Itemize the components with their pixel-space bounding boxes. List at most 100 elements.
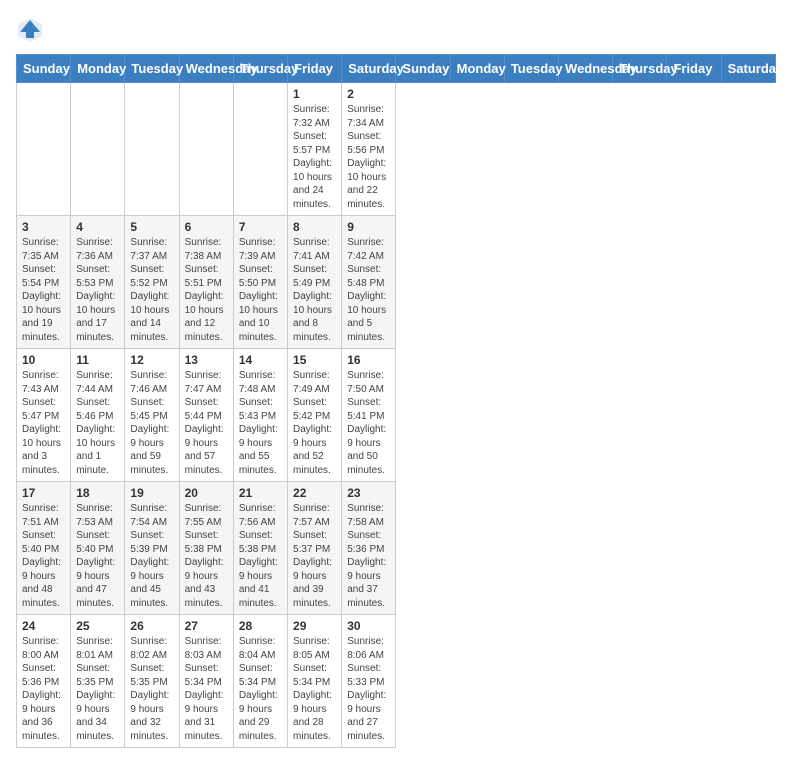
calendar-day-cell [233,83,287,216]
day-info: Sunrise: 7:55 AM Sunset: 5:38 PM Dayligh… [185,502,228,610]
day-number: 6 [185,220,228,234]
day-info: Sunrise: 7:43 AM Sunset: 5:47 PM Dayligh… [22,369,65,477]
day-number: 24 [22,619,65,633]
day-info: Sunrise: 7:47 AM Sunset: 5:44 PM Dayligh… [185,369,228,477]
day-info: Sunrise: 8:03 AM Sunset: 5:34 PM Dayligh… [185,635,228,743]
day-info: Sunrise: 8:04 AM Sunset: 5:34 PM Dayligh… [239,635,282,743]
day-number: 21 [239,486,282,500]
calendar-day-cell: 13Sunrise: 7:47 AM Sunset: 5:44 PM Dayli… [179,349,233,482]
day-number: 22 [293,486,336,500]
calendar-week-row: 3 Sunrise: 7:35 AM Sunset: 5:54 PM Daylig… [17,216,776,349]
day-number: 17 [22,486,65,500]
day-number: 14 [239,353,282,367]
calendar-day-cell: 26Sunrise: 8:02 AM Sunset: 5:35 PM Dayli… [125,615,179,748]
day-number: 25 [76,619,119,633]
day-info: Sunrise: 7:51 AM Sunset: 5:40 PM Dayligh… [22,502,65,610]
calendar-day-cell: 10Sunrise: 7:43 AM Sunset: 5:47 PM Dayli… [17,349,71,482]
day-of-week-header: Saturday [721,55,775,83]
calendar-day-cell: 7 Sunrise: 7:39 AM Sunset: 5:50 PM Daylig… [233,216,287,349]
day-number: 28 [239,619,282,633]
day-info: Sunrise: 7:46 AM Sunset: 5:45 PM Dayligh… [130,369,173,477]
day-of-week-header: Wednesday [559,55,613,83]
day-info: Sunrise: 8:06 AM Sunset: 5:33 PM Dayligh… [347,635,390,743]
day-number: 3 [22,220,65,234]
calendar-day-cell: 12 Sunrise: 7:46 AM Sunset: 5:45 PM Dayli… [125,349,179,482]
day-info: Sunrise: 7:35 AM Sunset: 5:54 PM Dayligh… [22,236,65,344]
calendar-table: SundayMondayTuesdayWednesdayThursdayFrid… [16,54,776,748]
day-number: 11 [76,353,119,367]
day-number: 4 [76,220,119,234]
calendar-day-cell: 14Sunrise: 7:48 AM Sunset: 5:43 PM Dayli… [233,349,287,482]
day-number: 27 [185,619,228,633]
day-info: Sunrise: 7:36 AM Sunset: 5:53 PM Dayligh… [76,236,119,344]
calendar-week-row: 24 Sunrise: 8:00 AM Sunset: 5:36 PM Dayli… [17,615,776,748]
day-number: 2 [347,87,390,101]
calendar-day-cell: 30Sunrise: 8:06 AM Sunset: 5:33 PM Dayli… [342,615,396,748]
calendar-day-cell: 29 Sunrise: 8:05 AM Sunset: 5:34 PM Dayli… [288,615,342,748]
day-number: 18 [76,486,119,500]
calendar-day-cell: 5 Sunrise: 7:37 AM Sunset: 5:52 PM Daylig… [125,216,179,349]
day-info: Sunrise: 7:41 AM Sunset: 5:49 PM Dayligh… [293,236,336,344]
calendar-day-cell: 21Sunrise: 7:56 AM Sunset: 5:38 PM Dayli… [233,482,287,615]
calendar-week-row: 17 Sunrise: 7:51 AM Sunset: 5:40 PM Dayli… [17,482,776,615]
calendar-day-cell: 6Sunrise: 7:38 AM Sunset: 5:51 PM Daylig… [179,216,233,349]
day-info: Sunrise: 8:05 AM Sunset: 5:34 PM Dayligh… [293,635,336,743]
day-info: Sunrise: 7:42 AM Sunset: 5:48 PM Dayligh… [347,236,390,344]
day-info: Sunrise: 7:58 AM Sunset: 5:36 PM Dayligh… [347,502,390,610]
calendar-week-row: 10Sunrise: 7:43 AM Sunset: 5:47 PM Dayli… [17,349,776,482]
day-of-week-header: Saturday [342,55,396,83]
day-info: Sunrise: 7:57 AM Sunset: 5:37 PM Dayligh… [293,502,336,610]
day-info: Sunrise: 7:37 AM Sunset: 5:52 PM Dayligh… [130,236,173,344]
calendar-day-cell [125,83,179,216]
day-of-week-header: Wednesday [179,55,233,83]
day-number: 16 [347,353,390,367]
calendar-day-cell: 15 Sunrise: 7:49 AM Sunset: 5:42 PM Dayli… [288,349,342,482]
day-number: 8 [293,220,336,234]
calendar-day-cell [71,83,125,216]
calendar-day-cell: 20 Sunrise: 7:55 AM Sunset: 5:38 PM Dayli… [179,482,233,615]
page-header [16,16,776,44]
day-number: 9 [347,220,390,234]
day-of-week-header: Tuesday [125,55,179,83]
day-of-week-header: Sunday [396,55,450,83]
calendar-week-row: 1 Sunrise: 7:32 AM Sunset: 5:57 PM Daylig… [17,83,776,216]
day-number: 5 [130,220,173,234]
day-info: Sunrise: 7:49 AM Sunset: 5:42 PM Dayligh… [293,369,336,477]
day-of-week-header: Tuesday [504,55,558,83]
calendar-day-cell: 19 Sunrise: 7:54 AM Sunset: 5:39 PM Dayli… [125,482,179,615]
calendar-day-cell: 4 Sunrise: 7:36 AM Sunset: 5:53 PM Daylig… [71,216,125,349]
calendar-day-cell: 17 Sunrise: 7:51 AM Sunset: 5:40 PM Dayli… [17,482,71,615]
calendar-day-cell: 23 Sunrise: 7:58 AM Sunset: 5:36 PM Dayli… [342,482,396,615]
calendar-header-row: SundayMondayTuesdayWednesdayThursdayFrid… [17,55,776,83]
day-of-week-header: Sunday [17,55,71,83]
day-number: 1 [293,87,336,101]
logo [16,16,48,44]
day-info: Sunrise: 8:00 AM Sunset: 5:36 PM Dayligh… [22,635,65,743]
calendar-day-cell: 27 Sunrise: 8:03 AM Sunset: 5:34 PM Dayli… [179,615,233,748]
calendar-day-cell: 1 Sunrise: 7:32 AM Sunset: 5:57 PM Daylig… [288,83,342,216]
day-info: Sunrise: 7:39 AM Sunset: 5:50 PM Dayligh… [239,236,282,344]
calendar-day-cell: 2Sunrise: 7:34 AM Sunset: 5:56 PM Daylig… [342,83,396,216]
day-number: 15 [293,353,336,367]
day-of-week-header: Friday [667,55,721,83]
calendar-day-cell: 22 Sunrise: 7:57 AM Sunset: 5:37 PM Dayli… [288,482,342,615]
day-number: 19 [130,486,173,500]
day-of-week-header: Friday [288,55,342,83]
day-info: Sunrise: 7:32 AM Sunset: 5:57 PM Dayligh… [293,103,336,211]
calendar-day-cell: 8 Sunrise: 7:41 AM Sunset: 5:49 PM Daylig… [288,216,342,349]
calendar-day-cell: 16Sunrise: 7:50 AM Sunset: 5:41 PM Dayli… [342,349,396,482]
day-number: 29 [293,619,336,633]
day-number: 12 [130,353,173,367]
day-info: Sunrise: 7:53 AM Sunset: 5:40 PM Dayligh… [76,502,119,610]
calendar-day-cell: 24 Sunrise: 8:00 AM Sunset: 5:36 PM Dayli… [17,615,71,748]
day-info: Sunrise: 7:54 AM Sunset: 5:39 PM Dayligh… [130,502,173,610]
calendar-day-cell: 25 Sunrise: 8:01 AM Sunset: 5:35 PM Dayli… [71,615,125,748]
calendar-day-cell [17,83,71,216]
day-of-week-header: Monday [71,55,125,83]
day-number: 20 [185,486,228,500]
day-info: Sunrise: 8:01 AM Sunset: 5:35 PM Dayligh… [76,635,119,743]
calendar-day-cell: 9 Sunrise: 7:42 AM Sunset: 5:48 PM Daylig… [342,216,396,349]
calendar-day-cell [179,83,233,216]
day-number: 23 [347,486,390,500]
day-number: 7 [239,220,282,234]
